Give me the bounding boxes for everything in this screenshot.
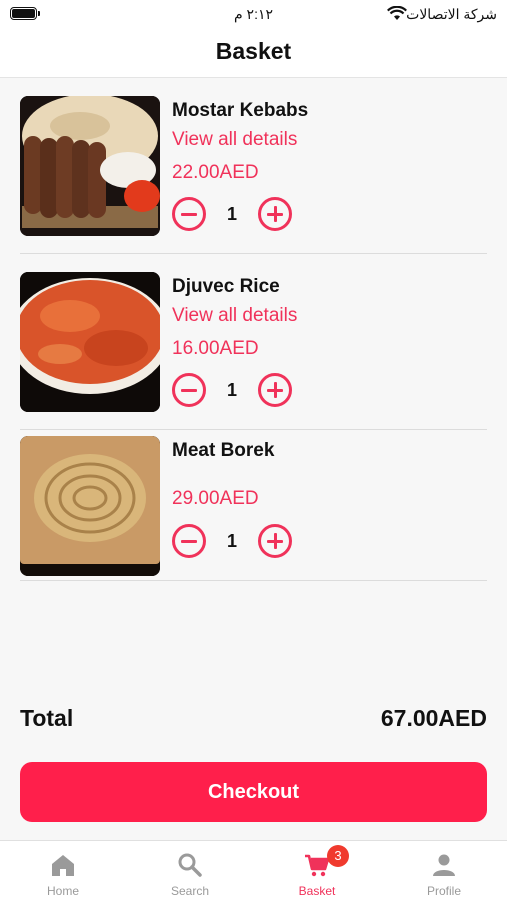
item-price: 22.00AED bbox=[172, 162, 259, 183]
tab-label: Basket bbox=[298, 884, 336, 898]
item-name: Mostar Kebabs bbox=[172, 100, 309, 121]
tab-basket[interactable]: 3 Basket bbox=[254, 841, 380, 900]
checkout-button[interactable]: Checkout bbox=[20, 762, 487, 822]
decrease-quantity-button[interactable] bbox=[172, 373, 206, 407]
page-title: Basket bbox=[215, 38, 292, 64]
carrier-name: شركة الاتصالات bbox=[406, 6, 497, 22]
item-photo-rice bbox=[20, 272, 160, 412]
total-label: Total bbox=[20, 705, 74, 731]
search-icon bbox=[178, 853, 202, 877]
item-price: 29.00AED bbox=[172, 488, 259, 509]
basket-item: Mostar Kebabs View all details 22.00AED … bbox=[20, 96, 487, 254]
total-value: 67.00AED bbox=[380, 705, 487, 731]
increase-quantity-button[interactable] bbox=[258, 373, 292, 407]
item-name: Meat Borek bbox=[172, 440, 275, 461]
view-details-link[interactable]: View all details bbox=[172, 129, 297, 151]
item-price: 16.00AED bbox=[172, 338, 259, 359]
view-details-link[interactable]: View all details bbox=[172, 305, 297, 327]
quantity-stepper: 1 bbox=[172, 373, 292, 409]
tab-profile[interactable]: Profile bbox=[381, 841, 507, 900]
status-bar: ٢:١٢ م شركة الاتصالات bbox=[0, 0, 507, 28]
person-icon bbox=[433, 854, 455, 876]
quantity-value: 1 bbox=[226, 204, 237, 224]
tab-home[interactable]: Home bbox=[0, 841, 126, 900]
item-photo-borek bbox=[20, 436, 160, 576]
tab-label: Search bbox=[170, 884, 210, 898]
quantity-value: 1 bbox=[226, 531, 237, 551]
quantity-stepper: 1 bbox=[172, 524, 292, 560]
item-photo-kebabs bbox=[20, 96, 160, 236]
increase-quantity-button[interactable] bbox=[258, 524, 292, 558]
home-icon bbox=[52, 855, 74, 876]
total-row: Total 67.00AED bbox=[20, 705, 487, 735]
quantity-stepper: 1 bbox=[172, 197, 292, 233]
item-name: Djuvec Rice bbox=[172, 276, 280, 297]
cart-count-badge: 3 bbox=[327, 845, 349, 867]
tab-label: Profile bbox=[426, 884, 461, 898]
wifi-icon bbox=[387, 6, 407, 20]
basket-item: Djuvec Rice View all details 16.00AED 1 bbox=[20, 272, 487, 430]
tab-bar: Home Search 3 Basket Profile bbox=[0, 840, 507, 900]
tab-search[interactable]: Search bbox=[127, 841, 253, 900]
header: Basket bbox=[0, 28, 507, 78]
decrease-quantity-button[interactable] bbox=[172, 197, 206, 231]
tab-label: Home bbox=[46, 884, 79, 898]
decrease-quantity-button[interactable] bbox=[172, 524, 206, 558]
increase-quantity-button[interactable] bbox=[258, 197, 292, 231]
basket-item: Meat Borek 29.00AED 1 bbox=[20, 436, 487, 581]
quantity-value: 1 bbox=[226, 380, 237, 400]
